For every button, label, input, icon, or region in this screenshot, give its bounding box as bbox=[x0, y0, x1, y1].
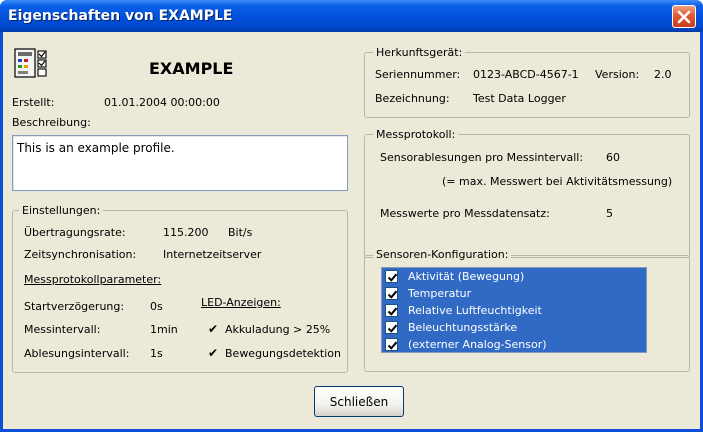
device-legend: Herkunftsgerät: bbox=[373, 46, 466, 59]
title-bar[interactable]: Eigenschaften von EXAMPLE bbox=[0, 0, 703, 32]
sensor-item[interactable]: Aktivität (Bewegung) bbox=[382, 268, 646, 285]
checkmark-icon bbox=[387, 273, 398, 282]
sensor-item[interactable]: Temperatur bbox=[382, 285, 646, 302]
readings-label: Sensorablesungen pro Messintervall: bbox=[380, 151, 584, 164]
checkmark-icon bbox=[387, 341, 398, 350]
version-value: 2.0 bbox=[654, 68, 672, 81]
led-item-battery: Akkuladung > 25% bbox=[225, 323, 331, 336]
sensor-listbox[interactable]: Aktivität (Bewegung) Temperatur Relative… bbox=[381, 267, 647, 353]
readings-note: (= max. Messwert bei Aktivitätsmessung) bbox=[442, 175, 673, 188]
created-label: Erstellt: bbox=[12, 96, 55, 109]
dialog-window: Eigenschaften von EXAMPLE EXAMPLE Erstel… bbox=[0, 0, 703, 432]
serial-value: 0123-ABCD-4567-1 bbox=[473, 68, 579, 81]
start-delay-value: 0s bbox=[150, 300, 163, 313]
protocol-legend: Messprotokoll: bbox=[373, 128, 459, 141]
checkmark-icon bbox=[387, 290, 398, 299]
rate-value: 115.200 bbox=[163, 226, 209, 239]
description-label: Beschreibung: bbox=[12, 116, 91, 129]
device-name-value: Test Data Logger bbox=[473, 92, 566, 105]
sensor-label: Relative Luftfeuchtigkeit bbox=[408, 304, 542, 317]
sensor-checkbox[interactable] bbox=[385, 321, 398, 334]
led-item-motion: Bewegungsdetektion bbox=[225, 347, 341, 360]
sensor-checkbox[interactable] bbox=[385, 304, 398, 317]
rate-label: Übertragungsrate: bbox=[24, 226, 126, 239]
sensor-item[interactable]: Beleuchtungsstärke bbox=[382, 319, 646, 336]
readings-value: 60 bbox=[606, 151, 620, 164]
start-delay-label: Startverzögerung: bbox=[24, 300, 125, 313]
sync-label: Zeitsynchronisation: bbox=[24, 248, 137, 261]
close-icon bbox=[677, 10, 691, 23]
version-label: Version: bbox=[595, 68, 640, 81]
settings-legend: Einstellungen: bbox=[19, 204, 104, 217]
close-window-button[interactable] bbox=[672, 5, 696, 28]
checkmark-icon: ✔ bbox=[208, 346, 219, 360]
sensor-label: Aktivität (Bewegung) bbox=[408, 270, 525, 283]
interval-label: Messintervall: bbox=[24, 323, 101, 336]
device-group bbox=[364, 52, 690, 118]
checkmark-icon bbox=[387, 307, 398, 316]
created-value: 01.01.2004 00:00:00 bbox=[104, 96, 220, 109]
sensor-label: (externer Analog-Sensor) bbox=[408, 338, 547, 351]
rate-unit: Bit/s bbox=[228, 226, 253, 239]
description-textarea[interactable]: This is an example profile. bbox=[12, 135, 348, 191]
sync-value: Internetzeitserver bbox=[163, 248, 262, 261]
sensor-label: Beleuchtungsstärke bbox=[408, 321, 518, 334]
params-title: Messprotokollparameter: bbox=[24, 273, 162, 286]
sensor-checkbox[interactable] bbox=[385, 287, 398, 300]
close-button[interactable]: Schließen bbox=[314, 386, 404, 417]
values-value: 5 bbox=[606, 207, 613, 220]
sensor-item[interactable]: (externer Analog-Sensor) bbox=[382, 336, 646, 353]
dialog-client-area: EXAMPLE Erstellt: 01.01.2004 00:00:00 Be… bbox=[3, 32, 700, 429]
sensors-legend: Sensoren-Konfiguration: bbox=[373, 248, 512, 261]
profile-name: EXAMPLE bbox=[149, 59, 234, 78]
values-label: Messwerte pro Messdatensatz: bbox=[380, 207, 550, 220]
reading-interval-label: Ablesungsintervall: bbox=[24, 347, 130, 360]
checkmark-icon: ✔ bbox=[208, 322, 219, 336]
sensor-item[interactable]: Relative Luftfeuchtigkeit bbox=[382, 302, 646, 319]
profile-icon bbox=[14, 48, 47, 78]
sensor-checkbox[interactable] bbox=[385, 270, 398, 283]
checkmark-icon bbox=[387, 324, 398, 333]
window-title: Eigenschaften von EXAMPLE bbox=[8, 8, 233, 24]
serial-label: Seriennummer: bbox=[375, 68, 461, 81]
reading-interval-value: 1s bbox=[150, 347, 163, 360]
device-name-label: Bezeichnung: bbox=[375, 92, 450, 105]
sensor-label: Temperatur bbox=[408, 287, 472, 300]
led-title: LED-Anzeigen: bbox=[201, 296, 281, 309]
sensor-checkbox[interactable] bbox=[385, 338, 398, 351]
interval-value: 1min bbox=[150, 323, 178, 336]
